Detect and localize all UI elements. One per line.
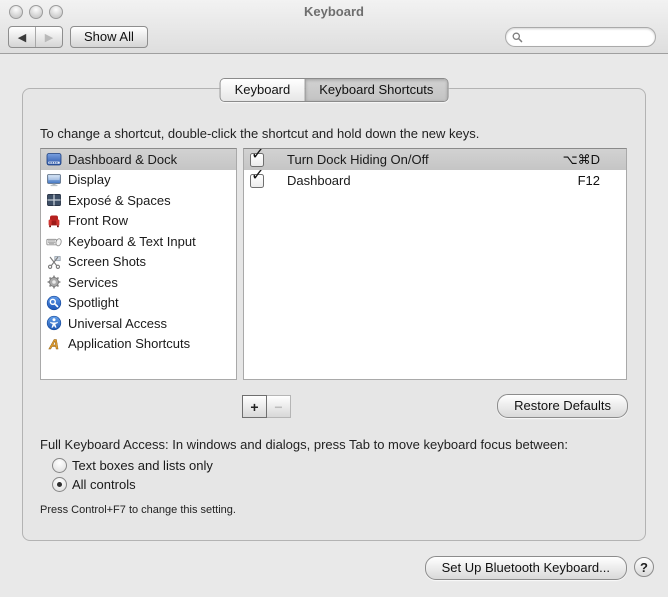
- category-row-screen-shots[interactable]: Screen Shots: [41, 252, 236, 273]
- radio-label: Text boxes and lists only: [72, 458, 213, 473]
- radio-button[interactable]: [52, 458, 67, 473]
- category-list: Dashboard & Dock Display Exposé & Spaces…: [40, 148, 237, 380]
- category-row-display[interactable]: Display: [41, 170, 236, 191]
- shortcut-checkbox[interactable]: ✓: [250, 149, 264, 167]
- radio-label: All controls: [72, 477, 136, 492]
- radio-text-boxes-and-lists-only[interactable]: Text boxes and lists only: [52, 458, 213, 473]
- checkmark-icon: ✓: [251, 166, 265, 184]
- category-label: Universal Access: [68, 315, 167, 331]
- window-title: Keyboard: [304, 4, 364, 19]
- category-row-dashboard-dock[interactable]: Dashboard & Dock: [41, 149, 236, 170]
- expose-spaces-icon: [46, 192, 62, 208]
- control-f7-note: Press Control+F7 to change this setting.: [40, 504, 236, 516]
- category-label: Front Row: [68, 213, 128, 229]
- remove-shortcut-button[interactable]: −: [267, 395, 291, 418]
- instruction-text: To change a shortcut, double-click the s…: [40, 126, 480, 141]
- svg-text:A: A: [48, 336, 59, 352]
- display-icon: [46, 172, 62, 188]
- full-keyboard-access-description: Full Keyboard Access: In windows and dia…: [40, 437, 568, 452]
- front-row-icon: [46, 213, 62, 229]
- search-field[interactable]: [505, 27, 656, 47]
- category-row-expose-spaces[interactable]: Exposé & Spaces: [41, 190, 236, 211]
- help-button[interactable]: ?: [634, 557, 654, 577]
- category-row-keyboard-text-input[interactable]: Keyboard & Text Input: [41, 231, 236, 252]
- forward-button[interactable]: ▶: [36, 27, 62, 47]
- system-preferences-window: Keyboard ◀ ▶ Show All Keyboard Keyboard …: [0, 0, 668, 597]
- window-header: Keyboard ◀ ▶ Show All: [0, 0, 668, 54]
- application-shortcuts-icon: A: [46, 336, 62, 352]
- shortcut-row-dock-hiding[interactable]: ✓ Turn Dock Hiding On/Off ⌥⌘D: [244, 149, 626, 170]
- title-bar[interactable]: Keyboard: [0, 0, 668, 22]
- category-label: Display: [68, 172, 111, 188]
- add-remove-group: + −: [242, 395, 291, 418]
- category-label: Screen Shots: [68, 254, 147, 270]
- radio-button[interactable]: [52, 477, 67, 492]
- shortcut-label: Dashboard: [287, 173, 351, 188]
- category-label: Keyboard & Text Input: [68, 233, 196, 249]
- keyboard-mouse-icon: [46, 233, 62, 249]
- category-label: Services: [68, 274, 118, 290]
- category-label: Dashboard & Dock: [68, 151, 178, 167]
- dock-icon: [46, 151, 62, 167]
- history-nav: ◀ ▶: [8, 26, 63, 48]
- universal-access-icon: [46, 315, 62, 331]
- shortcut-list: ✓ Turn Dock Hiding On/Off ⌥⌘D ✓ Dashboar…: [243, 148, 627, 380]
- spotlight-icon: [46, 295, 62, 311]
- search-icon: [511, 31, 524, 44]
- checkmark-icon: ✓: [251, 148, 265, 163]
- set-up-bluetooth-keyboard-button[interactable]: Set Up Bluetooth Keyboard...: [424, 556, 627, 580]
- tab-keyboard-shortcuts[interactable]: Keyboard Shortcuts: [304, 79, 448, 101]
- category-row-universal-access[interactable]: Universal Access: [41, 313, 236, 334]
- category-row-application-shortcuts[interactable]: A Application Shortcuts: [41, 334, 236, 355]
- category-label: Spotlight: [68, 295, 119, 311]
- category-label: Exposé & Spaces: [68, 192, 171, 208]
- tab-bar: Keyboard Keyboard Shortcuts: [219, 78, 449, 102]
- show-all-button[interactable]: Show All: [70, 26, 148, 48]
- radio-all-controls[interactable]: All controls: [52, 477, 136, 492]
- shortcut-row-dashboard[interactable]: ✓ Dashboard F12: [244, 167, 626, 191]
- category-label: Application Shortcuts: [68, 336, 191, 352]
- shortcut-keys[interactable]: F12: [578, 173, 600, 188]
- shortcut-checkbox[interactable]: ✓: [250, 167, 264, 188]
- screen-shots-icon: [46, 254, 62, 270]
- shortcut-keys[interactable]: ⌥⌘D: [563, 152, 600, 168]
- category-row-spotlight[interactable]: Spotlight: [41, 293, 236, 314]
- tab-keyboard[interactable]: Keyboard: [220, 79, 305, 101]
- category-row-front-row[interactable]: Front Row: [41, 211, 236, 232]
- radio-dot: [57, 482, 62, 487]
- back-button[interactable]: ◀: [9, 27, 36, 47]
- shortcut-label: Turn Dock Hiding On/Off: [287, 152, 429, 167]
- restore-defaults-button[interactable]: Restore Defaults: [497, 394, 628, 418]
- search-input[interactable]: [527, 29, 641, 45]
- gear-icon: [46, 274, 62, 290]
- add-shortcut-button[interactable]: +: [242, 395, 267, 418]
- category-row-services[interactable]: Services: [41, 272, 236, 293]
